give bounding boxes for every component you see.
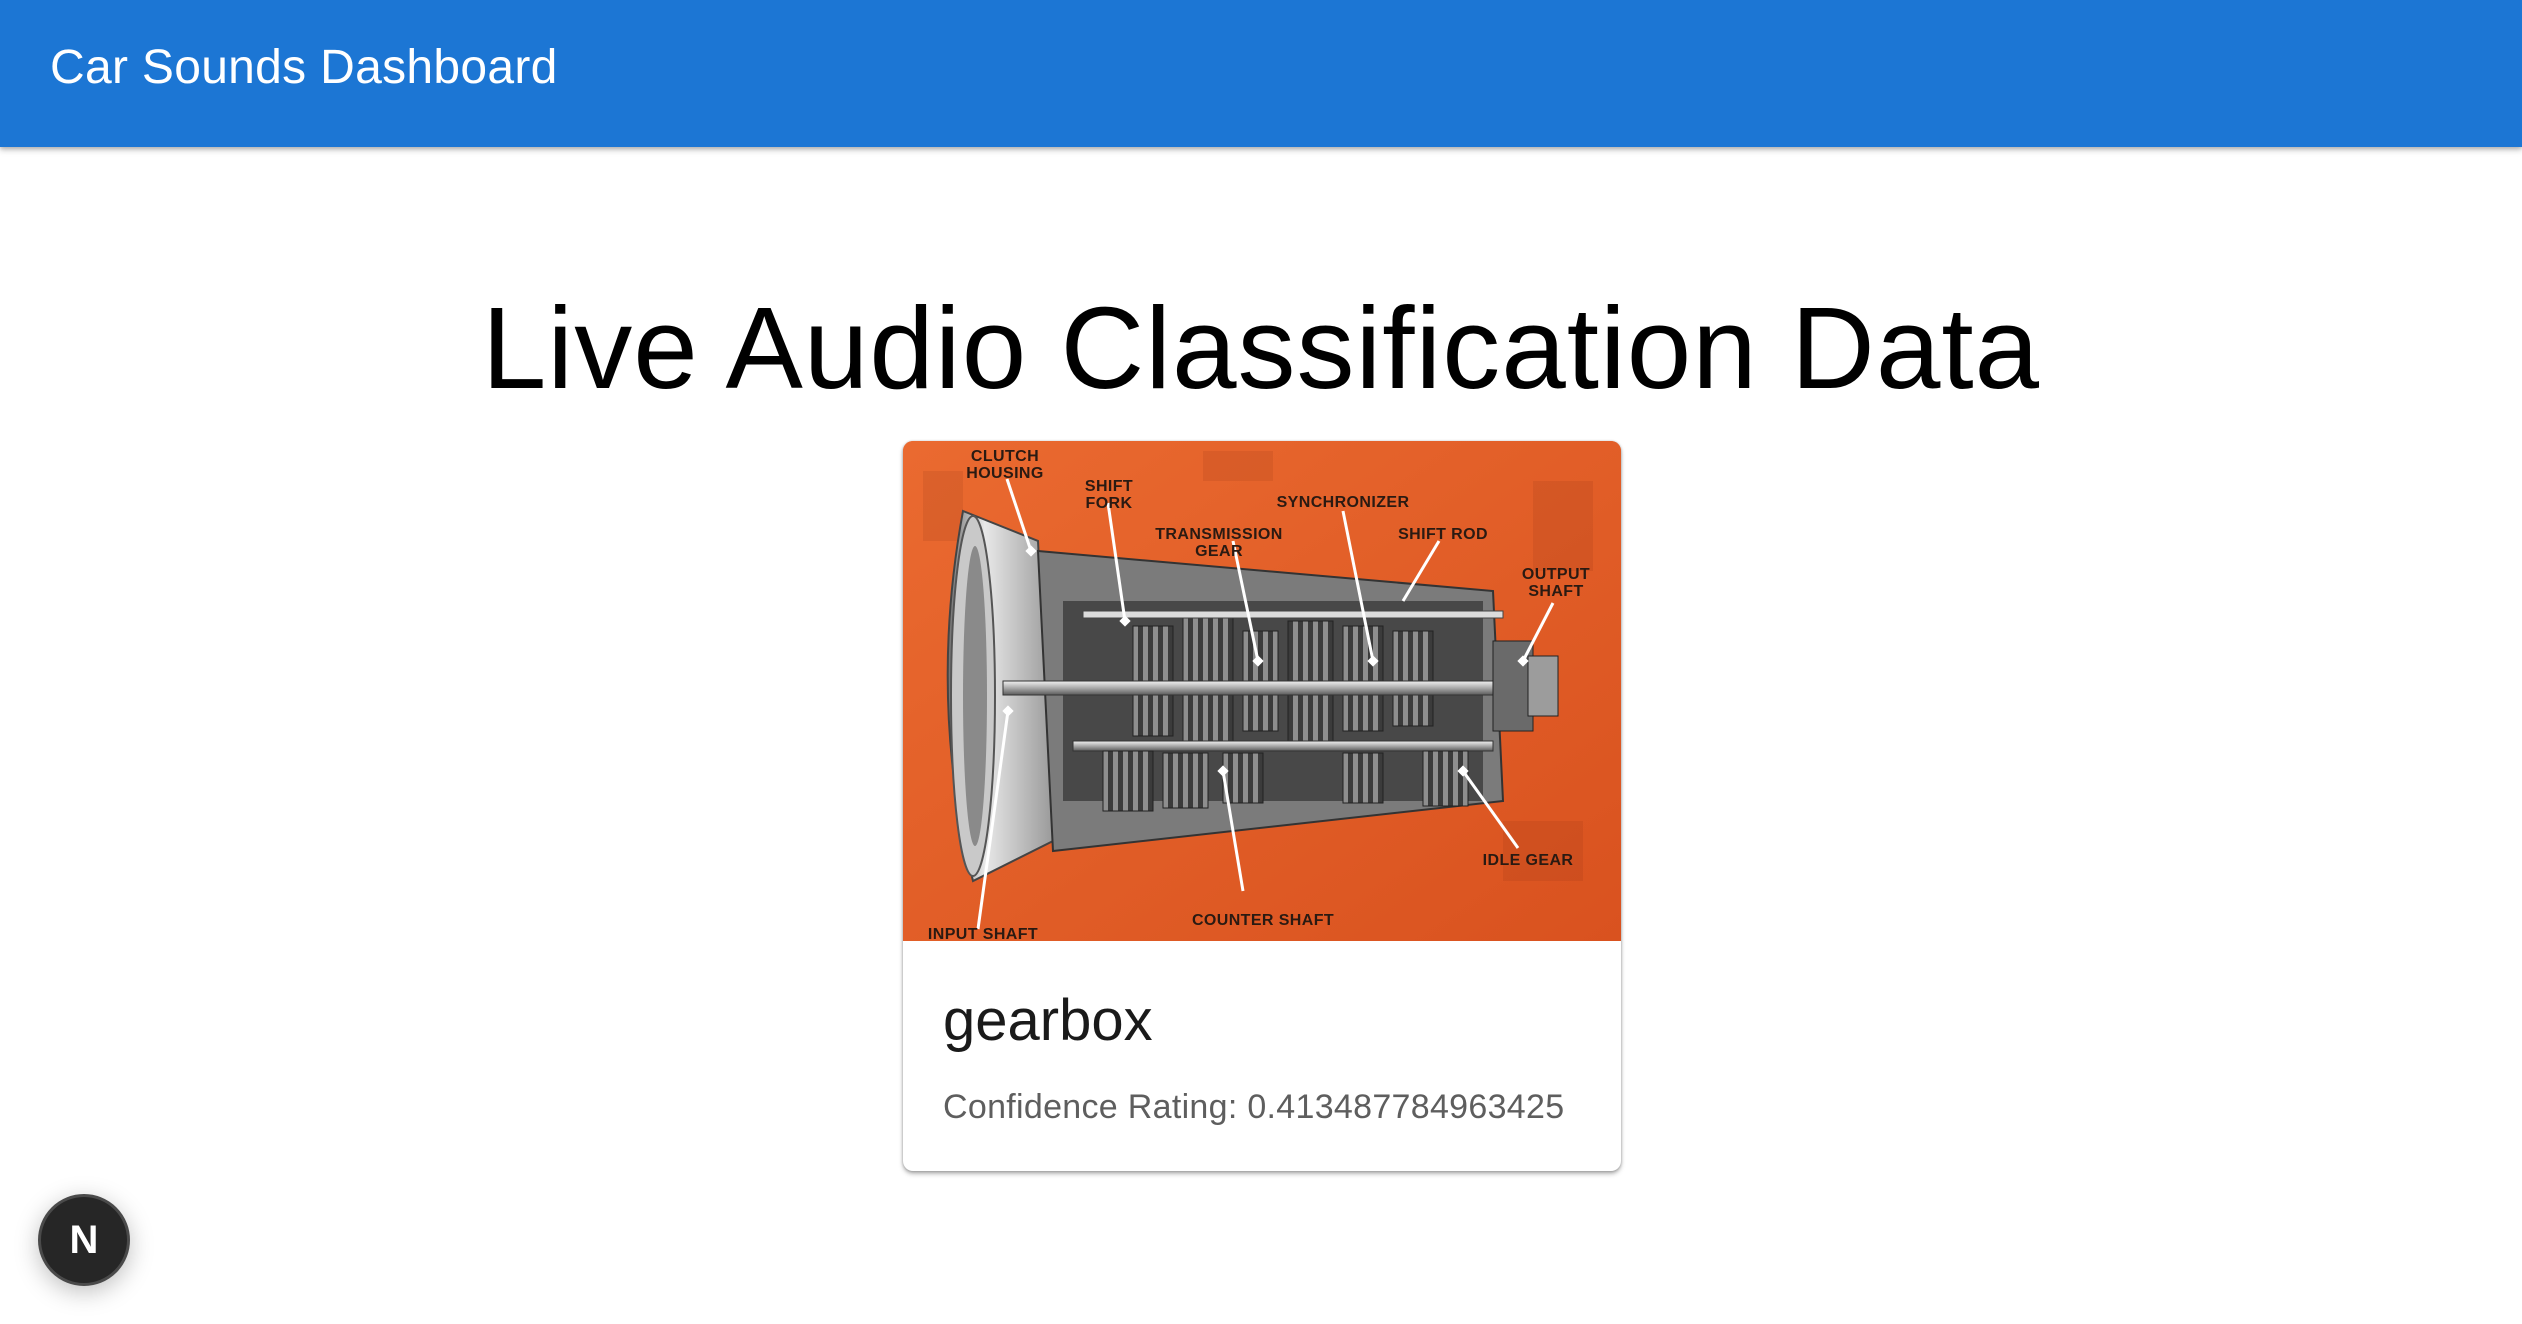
svg-text:SHAFT: SHAFT (1528, 583, 1583, 600)
label-shift-rod: SHIFT ROD (1398, 526, 1488, 543)
classification-card: CLUTCH HOUSING SHIFT FORK TRANSMISSION G… (903, 441, 1621, 1171)
label-counter-shaft: COUNTER SHAFT (1192, 912, 1334, 929)
label-transmission-gear: TRANSMISSION (1155, 526, 1282, 543)
svg-text:HOUSING: HOUSING (966, 465, 1043, 482)
label-synchronizer: SYNCHRONIZER (1277, 494, 1410, 511)
label-idle-gear: IDLE GEAR (1483, 852, 1574, 869)
svg-text:GEAR: GEAR (1195, 543, 1243, 560)
page-heading: Live Audio Classification Data (481, 283, 2041, 413)
confidence-rating: Confidence Rating: 0.413487784963425 (943, 1088, 1565, 1126)
label-input-shaft: INPUT SHAFT (928, 926, 1038, 941)
app-bar: Car Sounds Dashboard (0, 0, 2522, 147)
label-clutch-housing: CLUTCH (971, 448, 1039, 465)
gearbox-diagram: CLUTCH HOUSING SHIFT FORK TRANSMISSION G… (903, 441, 1621, 941)
label-shift-fork: SHIFT (1085, 478, 1133, 495)
nextjs-dev-indicator-button[interactable]: N (38, 1194, 130, 1286)
svg-text:FORK: FORK (1086, 495, 1133, 512)
classification-label: gearbox (943, 988, 1153, 1053)
label-output-shaft: OUTPUT (1522, 566, 1590, 583)
app-title: Car Sounds Dashboard (50, 41, 558, 94)
gearbox-image: CLUTCH HOUSING SHIFT FORK TRANSMISSION G… (903, 441, 1621, 941)
